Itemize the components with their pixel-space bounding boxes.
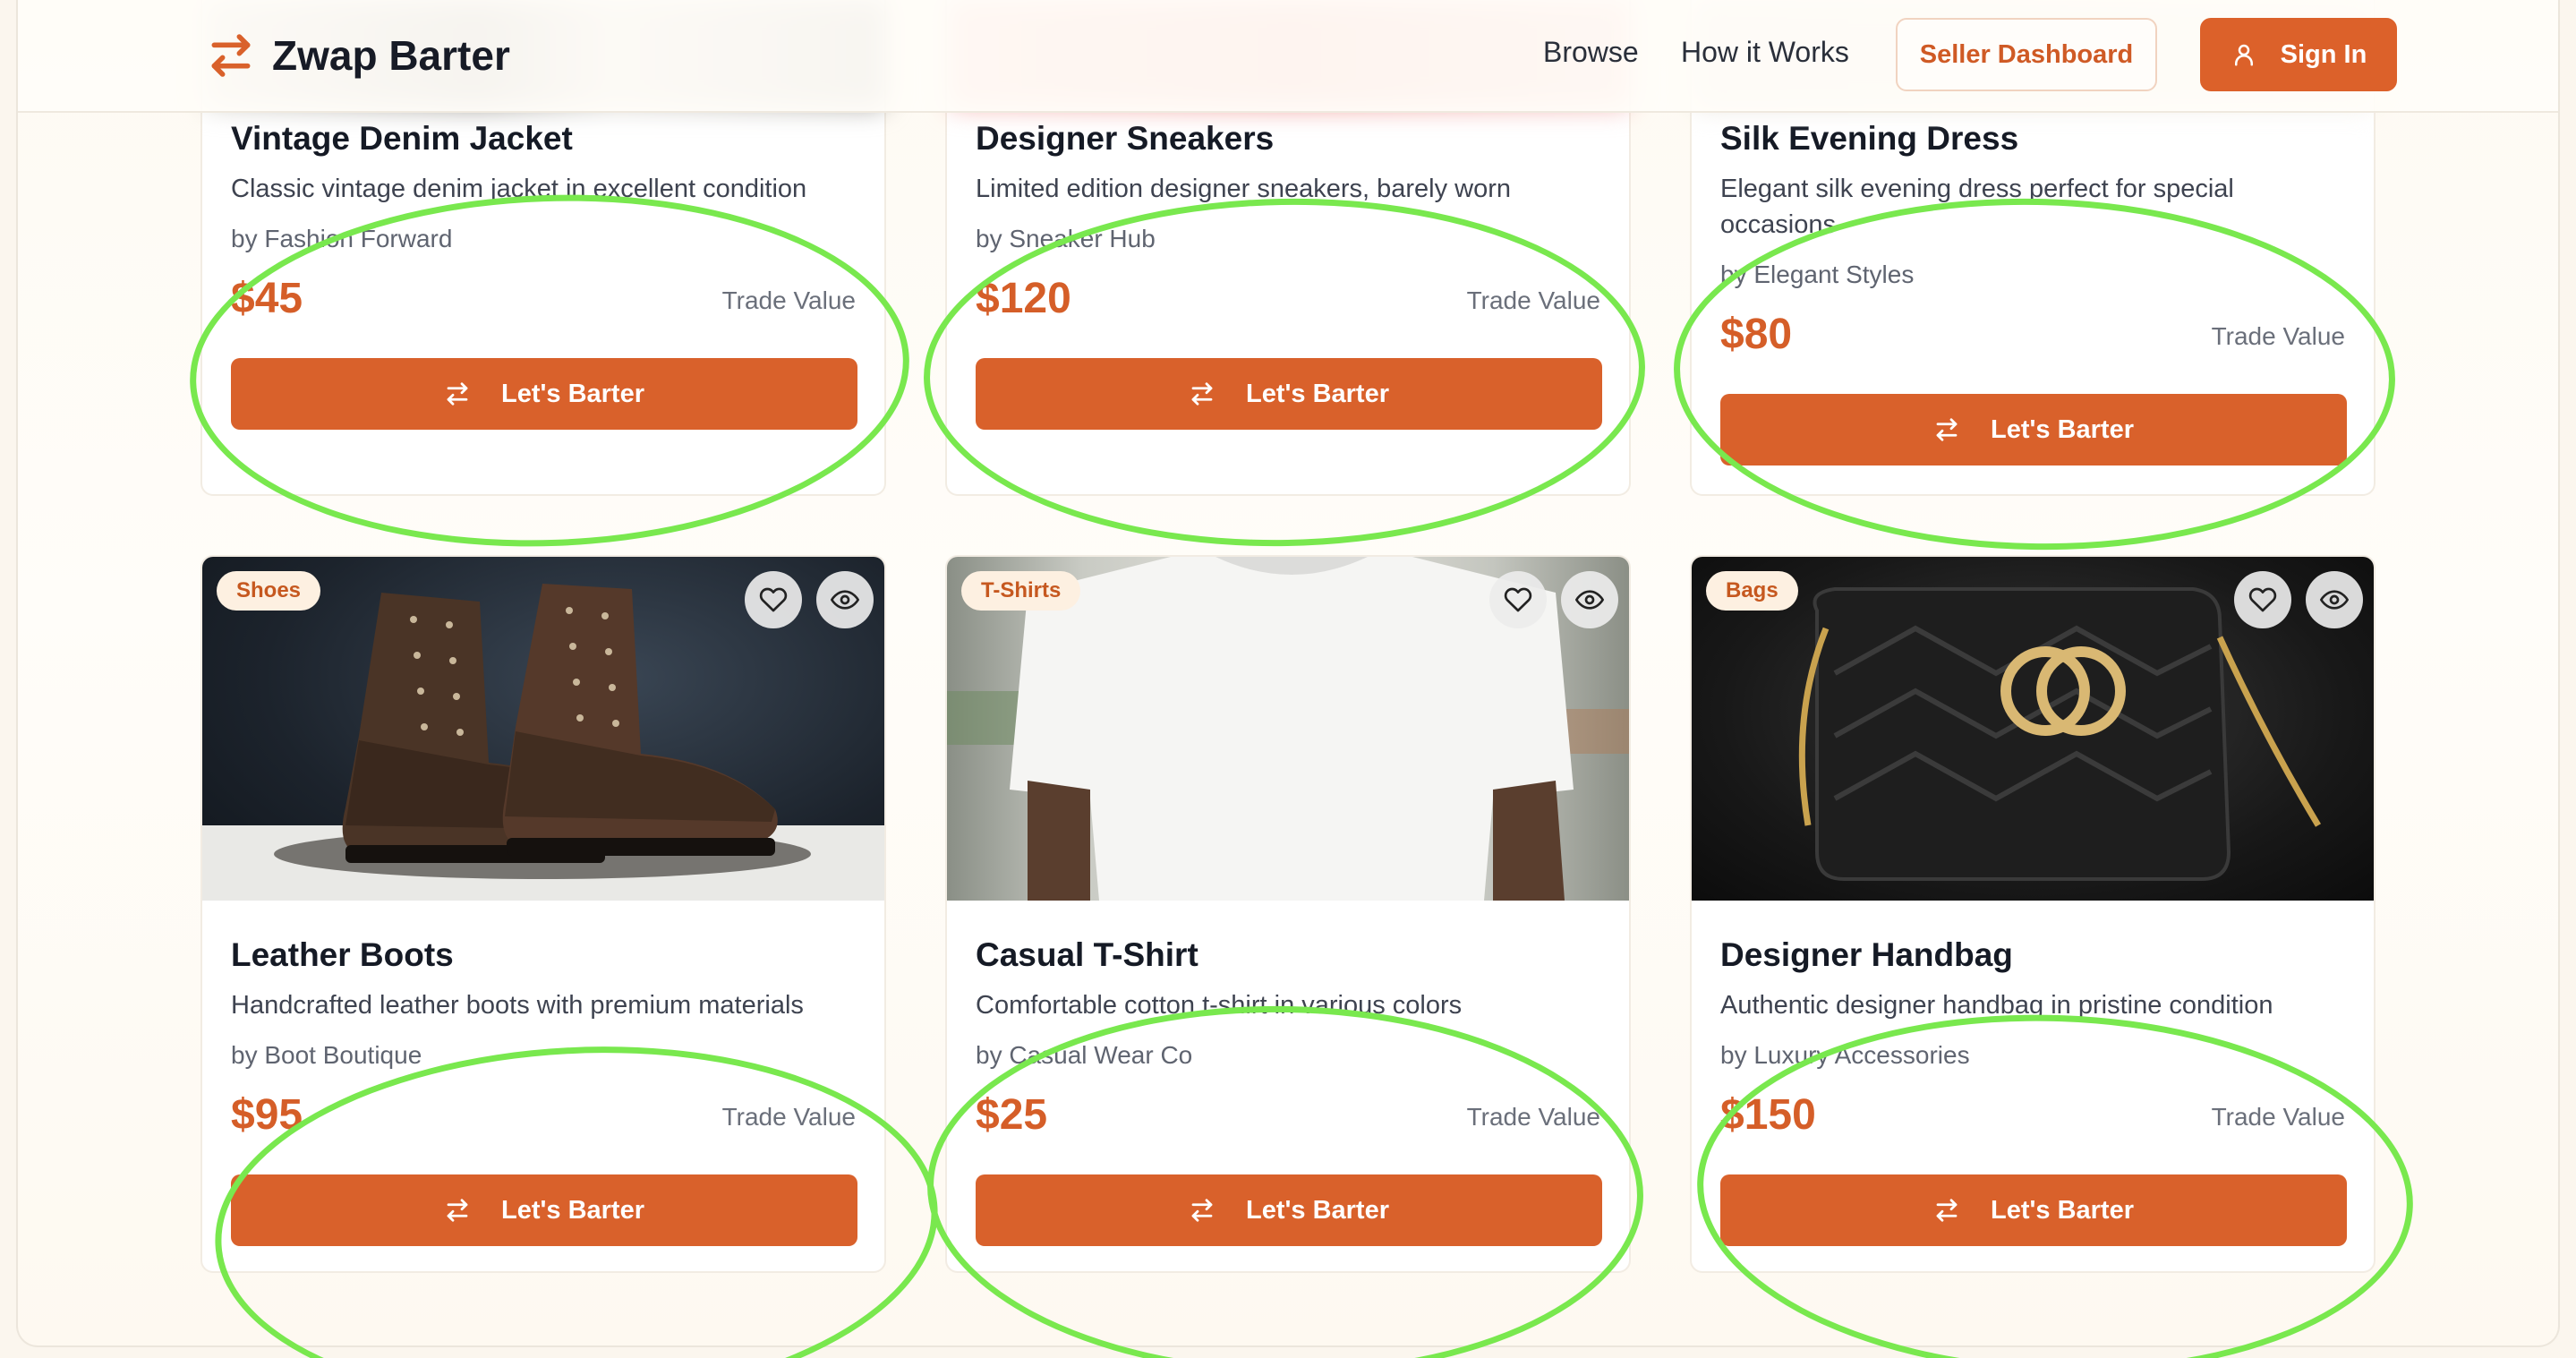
quick-view-button[interactable] xyxy=(2306,571,2363,628)
lets-barter-label: Let's Barter xyxy=(500,379,644,408)
lets-barter-label: Let's Barter xyxy=(1245,1195,1389,1225)
lets-barter-label: Let's Barter xyxy=(1990,1195,2134,1225)
nav-browse[interactable]: Browse xyxy=(1543,36,1639,69)
lets-barter-label: Let's Barter xyxy=(1245,379,1389,408)
swap-arrows-icon xyxy=(1936,1199,1958,1222)
product-seller[interactable]: by Casual Wear Co xyxy=(976,1041,1192,1070)
product-price: $80 xyxy=(1720,311,1793,358)
eye-icon xyxy=(831,590,859,610)
product-title: Leather Boots xyxy=(231,936,454,973)
heart-icon xyxy=(1504,587,1532,612)
swap-arrows-icon xyxy=(1191,1199,1213,1222)
product-card[interactable]: T-Shirts Casual T-Shirt Comfortable cott… xyxy=(945,555,1631,1273)
product-card[interactable]: Shoes Leather Boots Handcrafted leather … xyxy=(200,555,886,1273)
favorite-button[interactable] xyxy=(745,571,802,628)
user-icon xyxy=(2234,44,2253,66)
sign-in-label: Sign In xyxy=(2280,39,2367,69)
lets-barter-button[interactable]: Let's Barter xyxy=(976,1174,1602,1246)
product-price: $25 xyxy=(976,1091,1048,1139)
swap-arrows-icon xyxy=(1191,382,1213,406)
trade-value-label: Trade Value xyxy=(1466,1103,1600,1131)
lets-barter-label: Let's Barter xyxy=(1990,414,2134,444)
brand-name: Zwap Barter xyxy=(272,32,510,79)
lets-barter-button[interactable]: Let's Barter xyxy=(231,1174,857,1246)
nav-how-it-works[interactable]: How it Works xyxy=(1681,36,1849,69)
category-badge: Bags xyxy=(1706,571,1798,611)
sign-in-button[interactable]: Sign In xyxy=(2200,18,2397,91)
product-title: Casual T-Shirt xyxy=(976,936,1198,973)
product-seller[interactable]: by Boot Boutique xyxy=(231,1041,422,1070)
product-description: Comfortable cotton t-shirt in various co… xyxy=(976,991,1463,1020)
trade-value-label: Trade Value xyxy=(2211,1103,2345,1131)
product-seller[interactable]: by Sneaker Hub xyxy=(976,225,1156,253)
logo[interactable]: Zwap Barter xyxy=(206,27,510,84)
swap-arrows-icon xyxy=(1936,418,1958,441)
product-price: $120 xyxy=(976,275,1071,322)
product-title: Vintage Denim Jacket xyxy=(231,120,573,157)
product-seller[interactable]: by Luxury Accessories xyxy=(1720,1041,1970,1070)
product-description: Limited edition designer sneakers, barel… xyxy=(976,175,1512,203)
category-badge: T-Shirts xyxy=(961,571,1081,611)
product-title: Designer Sneakers xyxy=(976,120,1275,157)
trade-value-label: Trade Value xyxy=(2211,322,2345,350)
product-seller[interactable]: by Fashion Forward xyxy=(231,225,452,253)
site-header: Zwap Barter Browse How it Works Seller D… xyxy=(18,0,2558,113)
swap-arrows-icon xyxy=(211,34,251,77)
favorite-button[interactable] xyxy=(2234,571,2291,628)
trade-value-label: Trade Value xyxy=(1466,286,1600,314)
swap-arrows-icon xyxy=(447,1199,468,1222)
category-badge: Shoes xyxy=(217,571,321,611)
lets-barter-button[interactable]: Let's Barter xyxy=(976,358,1602,430)
heart-icon xyxy=(2248,587,2277,612)
product-title: Silk Evening Dress xyxy=(1720,120,2019,157)
product-price: $150 xyxy=(1720,1091,1816,1139)
seller-dashboard-button[interactable]: Seller Dashboard xyxy=(1896,18,2157,91)
seller-dashboard-label: Seller Dashboard xyxy=(1919,39,2134,69)
lets-barter-button[interactable]: Let's Barter xyxy=(1720,1174,2347,1246)
quick-view-button[interactable] xyxy=(816,571,874,628)
product-price: $95 xyxy=(231,1091,303,1139)
product-description: Classic vintage denim jacket in excellen… xyxy=(231,175,807,203)
lets-barter-label: Let's Barter xyxy=(500,1195,644,1225)
swap-arrows-icon xyxy=(447,382,468,406)
trade-value-label: Trade Value xyxy=(721,286,856,314)
eye-icon xyxy=(1575,590,1604,610)
eye-icon xyxy=(2320,590,2349,610)
favorite-button[interactable] xyxy=(1489,571,1547,628)
product-description: Authentic designer handbag in pristine c… xyxy=(1720,991,2273,1020)
quick-view-button[interactable] xyxy=(1561,571,1618,628)
lets-barter-button[interactable]: Let's Barter xyxy=(231,358,857,430)
trade-value-label: Trade Value xyxy=(721,1103,856,1131)
product-description: Handcrafted leather boots with premium m… xyxy=(231,991,804,1020)
product-card[interactable]: Bags Designer Handbag Authentic designer… xyxy=(1690,555,2376,1273)
product-seller[interactable]: by Elegant Styles xyxy=(1720,260,1914,289)
product-description: Elegant silk evening dress perfect for s… xyxy=(1720,175,2234,239)
heart-icon xyxy=(759,587,788,612)
lets-barter-button[interactable]: Let's Barter xyxy=(1720,394,2347,465)
product-price: $45 xyxy=(231,275,303,322)
product-title: Designer Handbag xyxy=(1720,936,2013,973)
